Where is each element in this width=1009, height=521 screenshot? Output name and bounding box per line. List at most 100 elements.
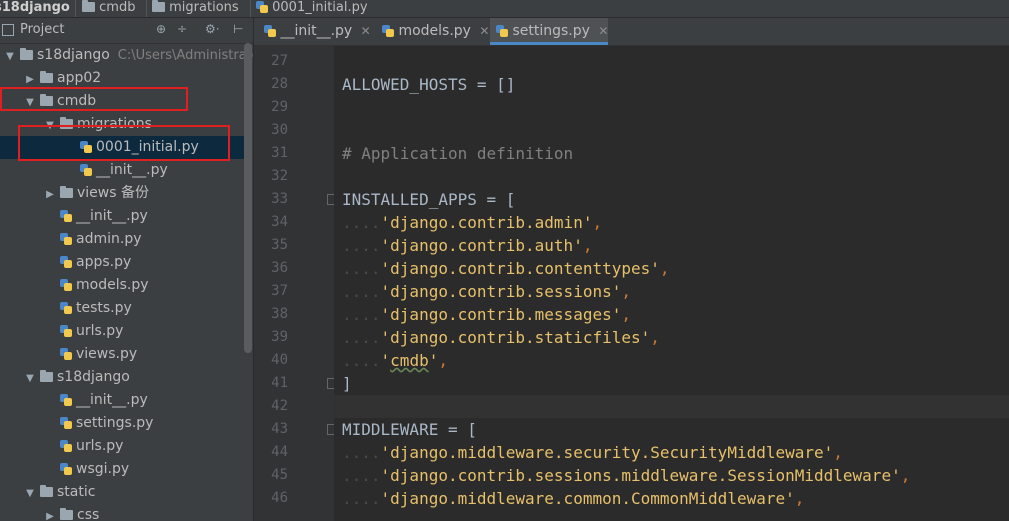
project-view-icon[interactable] [2, 24, 14, 36]
code-line[interactable]: ....'django.contrib.auth', [342, 234, 592, 257]
code-line[interactable] [334, 395, 1009, 418]
tree-item[interactable]: settings.py [0, 412, 244, 435]
python-file-icon [60, 210, 72, 222]
tree-item[interactable]: ▼ static [0, 481, 244, 504]
breadcrumb-separator [146, 0, 147, 17]
breadcrumb-label: 0001_initial.py [272, 0, 368, 15]
tree-item[interactable]: views.py [0, 343, 244, 366]
tree-item[interactable]: ▶ views 备份 [0, 182, 244, 205]
line-number: 44 [271, 444, 288, 460]
folder-icon [40, 370, 53, 382]
expand-arrow-icon[interactable]: ▼ [24, 367, 36, 390]
breadcrumb-item-project[interactable]: s18django [0, 0, 70, 17]
project-panel-title[interactable]: Project [20, 22, 64, 37]
tree-item[interactable]: tests.py [0, 297, 244, 320]
tree-item-label: s18django [37, 47, 110, 63]
line-number: 36 [271, 260, 288, 276]
code-line[interactable]: ....'django.contrib.admin', [342, 211, 602, 234]
breadcrumb-separator [75, 0, 76, 17]
folder-icon [40, 71, 53, 83]
python-file-icon [264, 25, 276, 37]
code-line[interactable]: ....'django.contrib.sessions.middleware.… [342, 464, 910, 487]
code-line[interactable]: ....'django.middleware.common.CommonMidd… [342, 487, 804, 510]
tab-init[interactable]: __init__.py ✕ [258, 18, 376, 45]
folder-icon [20, 48, 33, 60]
code-line[interactable]: ALLOWED_HOSTS = [] [342, 73, 515, 96]
project-scrollbar[interactable] [244, 43, 252, 353]
close-icon[interactable]: ✕ [598, 24, 608, 38]
python-file-icon [60, 302, 72, 314]
breadcrumb-label: s18django [0, 0, 70, 15]
breadcrumb: s18django cmdb migrations 0001_initial.p… [0, 0, 1009, 18]
hide-panel-icon[interactable]: ⊢ [233, 22, 243, 36]
collapse-all-icon[interactable]: ÷ [177, 22, 187, 36]
tab-settings[interactable]: settings.py ✕ [490, 18, 608, 45]
tree-item-path-hint: C:\Users\Administrato [117, 48, 253, 63]
tree-item-label: views.py [76, 346, 138, 362]
line-number: 35 [271, 237, 288, 253]
code-line[interactable]: INSTALLED_APPS = [ [342, 188, 515, 211]
collapse-arrow-icon[interactable]: ▶ [44, 505, 56, 521]
close-icon[interactable]: ✕ [479, 24, 489, 38]
code-line[interactable]: ....'django.middleware.security.Security… [342, 441, 843, 464]
tree-item[interactable]: wsgi.py [0, 458, 244, 481]
tree-item-label: __init__.py [96, 162, 168, 178]
code-line[interactable]: ....'django.contrib.sessions', [342, 280, 631, 303]
tree-item[interactable]: ▼ s18django C:\Users\Administrato [0, 44, 253, 68]
tree-item[interactable]: ▶ css [0, 504, 244, 521]
breadcrumb-item-cmdb[interactable]: cmdb [82, 0, 135, 17]
scroll-from-source-icon[interactable]: ⊕ [156, 22, 166, 36]
collapse-arrow-icon[interactable]: ▶ [44, 183, 56, 206]
tree-item[interactable]: urls.py [0, 435, 244, 458]
tree-item[interactable]: apps.py [0, 251, 244, 274]
breadcrumb-item-file[interactable]: 0001_initial.py [256, 0, 368, 17]
project-panel: Project ⊕ ÷ ⚙· ⊢ ▼ s18django C:\Users\Admi… [0, 18, 253, 521]
tree-item[interactable]: __init__.py [0, 159, 244, 182]
tree-item[interactable]: __init__.py [0, 205, 244, 228]
tree-item-label: admin.py [76, 231, 142, 247]
breadcrumb-label: cmdb [99, 0, 136, 15]
line-number: 29 [271, 99, 288, 115]
line-number: 45 [271, 467, 288, 483]
code-line[interactable]: # Application definition [342, 142, 573, 165]
code-line[interactable]: MIDDLEWARE = [ [342, 418, 477, 441]
tree-item[interactable]: models.py [0, 274, 244, 297]
tree-item[interactable]: admin.py [0, 228, 244, 251]
tree-item[interactable]: urls.py [0, 320, 244, 343]
python-file-icon [60, 233, 72, 245]
settings-gear-icon[interactable]: ⚙· [205, 22, 220, 36]
code-line[interactable]: ....'django.contrib.staticfiles', [342, 326, 660, 349]
tree-item[interactable]: __init__.py [0, 389, 244, 412]
tab-label: settings.py [512, 23, 590, 39]
line-number: 32 [271, 168, 288, 184]
folder-icon [152, 0, 165, 12]
line-number: 31 [271, 145, 288, 161]
tree-item-label: urls.py [76, 438, 124, 454]
breadcrumb-item-migrations[interactable]: migrations [152, 0, 239, 17]
line-number: 28 [271, 76, 288, 92]
tab-models[interactable]: models.py ✕ [376, 18, 490, 45]
tree-item-label: __init__.py [76, 392, 148, 408]
line-number: 42 [271, 398, 288, 414]
tree-item-label: settings.py [76, 415, 154, 431]
folder-icon [40, 485, 53, 497]
tree-item[interactable]: ▼ s18django [0, 366, 244, 389]
tree-item-label: tests.py [76, 300, 132, 316]
breadcrumb-label: migrations [169, 0, 239, 15]
line-number: 38 [271, 306, 288, 322]
code-line[interactable]: ....'django.contrib.contenttypes', [342, 257, 670, 280]
expand-arrow-icon[interactable]: ▼ [24, 482, 36, 505]
editor-gutter: 27 28 29 30 31 32 33 34 35 36 37 38 39 40 41 42 43 44 45 46 [254, 46, 337, 521]
line-number: 39 [271, 329, 288, 345]
code-editor[interactable]: ALLOWED_HOSTS = [] # Application definiti… [334, 46, 1009, 521]
editor-tabs: __init__.py ✕ models.py ✕ settings.py ✕ [254, 18, 1009, 46]
tree-item-label: app02 [57, 70, 102, 86]
code-line[interactable]: ....'cmdb', [342, 349, 448, 372]
line-number: 37 [271, 283, 288, 299]
code-line[interactable]: ....'django.contrib.messages', [342, 303, 631, 326]
breadcrumb-separator [250, 0, 251, 17]
code-line[interactable]: ] [342, 372, 352, 395]
close-icon[interactable]: ✕ [361, 24, 371, 38]
expand-arrow-icon[interactable]: ▼ [4, 45, 16, 68]
tree-item-label: css [77, 507, 100, 521]
